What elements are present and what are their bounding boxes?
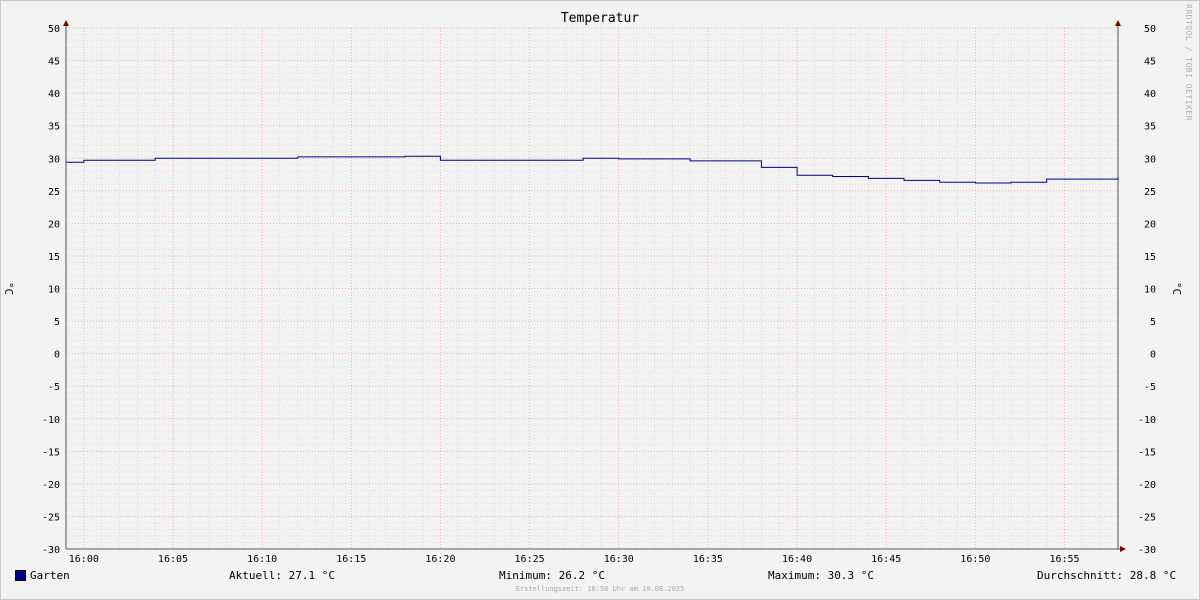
y-tick-label-left: -20 — [42, 480, 60, 491]
y-tick-label-right: -15 — [1138, 447, 1156, 458]
y-tick-label-left: 30 — [48, 154, 60, 165]
y-tick-label-left: 25 — [48, 187, 60, 198]
y-tick-label-right: 5 — [1150, 317, 1156, 328]
y-tick-label-right: 40 — [1144, 89, 1156, 100]
y-tick-label-left: 15 — [48, 252, 60, 263]
plot-area: 50454035302520151050-5-10-15-20-25-30 50… — [42, 20, 1156, 565]
y-tick-label-right: 45 — [1144, 57, 1156, 68]
x-tick-label: 16:30 — [604, 554, 634, 565]
y-tick-label-left: -10 — [42, 415, 60, 426]
legend-minimum: Minimum: 26.2 °C — [499, 569, 605, 582]
x-tick-label: 16:10 — [247, 554, 277, 565]
y-tick-label-right: 25 — [1144, 187, 1156, 198]
footer-creation-time: Erstellungszeit: 16:58 Uhr am 10.08.2025 — [515, 585, 685, 593]
x-axis-arrow — [1120, 546, 1126, 552]
legend-swatch-garten — [15, 570, 26, 581]
y-tick-label-left: -15 — [42, 447, 60, 458]
y-tick-label-right: -10 — [1138, 415, 1156, 426]
y-tick-label-left: 35 — [48, 122, 60, 133]
y-tick-label-right: 30 — [1144, 154, 1156, 165]
y-tick-label-right: -30 — [1138, 545, 1156, 556]
legend-series-name: Garten — [30, 569, 70, 582]
y-tick-label-right: 15 — [1144, 252, 1156, 263]
y-tick-label-left: 10 — [48, 285, 60, 296]
y-tick-label-right: -25 — [1138, 512, 1156, 523]
y-tick-label-left: -30 — [42, 545, 60, 556]
x-tick-label: 16:50 — [960, 554, 990, 565]
x-tick-label: 16:40 — [782, 554, 812, 565]
y-tick-label-right: 0 — [1150, 350, 1156, 361]
y-tick-label-left: 45 — [48, 57, 60, 68]
y-tick-label-right: 20 — [1144, 219, 1156, 230]
y-tick-label-left: 5 — [54, 317, 60, 328]
y-tick-label-left: 0 — [54, 350, 60, 361]
y-tick-label-right: -5 — [1144, 382, 1156, 393]
legend-maximum: Maximum: 30.3 °C — [768, 569, 874, 582]
y-tick-label-left: 20 — [48, 219, 60, 230]
x-tick-label: 16:35 — [693, 554, 723, 565]
legend-current: Aktuell: 27.1 °C — [229, 569, 335, 582]
y-tick-label-left: -25 — [42, 512, 60, 523]
x-tick-label: 16:15 — [336, 554, 366, 565]
y-axis-arrow-left — [63, 20, 69, 26]
y-tick-label-right: 10 — [1144, 285, 1156, 296]
y-tick-label-left: -5 — [48, 382, 60, 393]
y-tick-label-right: -20 — [1138, 480, 1156, 491]
y-tick-label-left: 50 — [48, 24, 60, 35]
x-tick-label: 16:05 — [158, 554, 188, 565]
x-tick-label: 16:20 — [425, 554, 455, 565]
x-tick-label: 16:45 — [871, 554, 901, 565]
x-tick-label: 16:00 — [69, 554, 99, 565]
x-tick-label: 16:25 — [515, 554, 545, 565]
x-tick-label: 16:55 — [1049, 554, 1079, 565]
legend-average: Durchschnitt: 28.8 °C — [1037, 569, 1177, 582]
y-tick-label-right: 35 — [1144, 122, 1156, 133]
y-axis-arrow-right — [1115, 20, 1121, 26]
y-tick-label-left: 40 — [48, 89, 60, 100]
series-line-garten — [66, 155, 1119, 184]
y-tick-label-right: 50 — [1144, 24, 1156, 35]
